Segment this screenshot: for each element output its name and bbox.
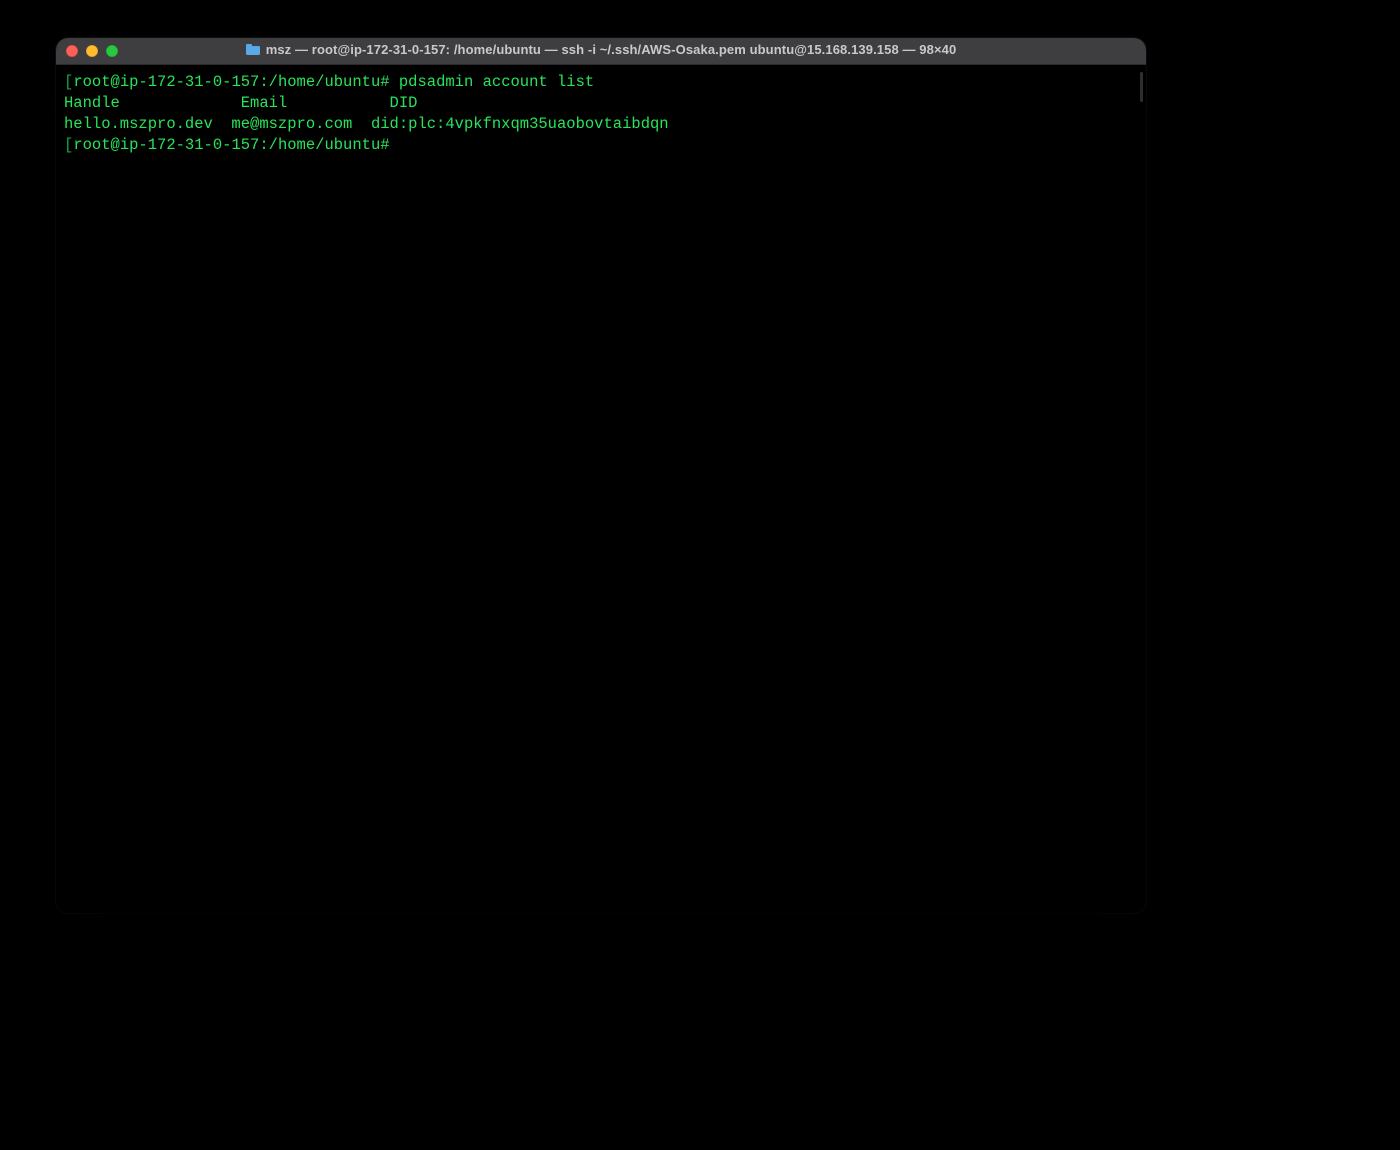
terminal-output[interactable]: [root@ip-172-31-0-157:/home/ubuntu# pdsa… xyxy=(56,65,1146,913)
scrollbar-thumb[interactable] xyxy=(1140,72,1143,102)
terminal-window: msz — root@ip-172-31-0-157: /home/ubuntu… xyxy=(56,38,1146,913)
traffic-lights xyxy=(66,45,118,57)
prompt-bracket: [ xyxy=(64,136,73,154)
window-title-text: msz — root@ip-172-31-0-157: /home/ubuntu… xyxy=(266,42,957,57)
window-titlebar[interactable]: msz — root@ip-172-31-0-157: /home/ubuntu… xyxy=(56,38,1146,65)
shell-prompt: root@ip-172-31-0-157:/home/ubuntu# xyxy=(73,136,399,154)
close-icon[interactable] xyxy=(66,45,78,57)
window-title: msz — root@ip-172-31-0-157: /home/ubuntu… xyxy=(246,42,957,57)
folder-icon xyxy=(246,44,260,55)
output-header-row: Handle Email DID xyxy=(64,94,417,112)
shell-prompt: root@ip-172-31-0-157:/home/ubuntu# xyxy=(73,73,399,91)
maximize-icon[interactable] xyxy=(106,45,118,57)
prompt-bracket: [ xyxy=(64,73,73,91)
output-data-row: hello.mszpro.dev me@mszpro.com did:plc:4… xyxy=(64,115,669,133)
command-text: pdsadmin account list xyxy=(399,73,594,91)
minimize-icon[interactable] xyxy=(86,45,98,57)
window-title-wrap: msz — root@ip-172-31-0-157: /home/ubuntu… xyxy=(56,42,1146,60)
